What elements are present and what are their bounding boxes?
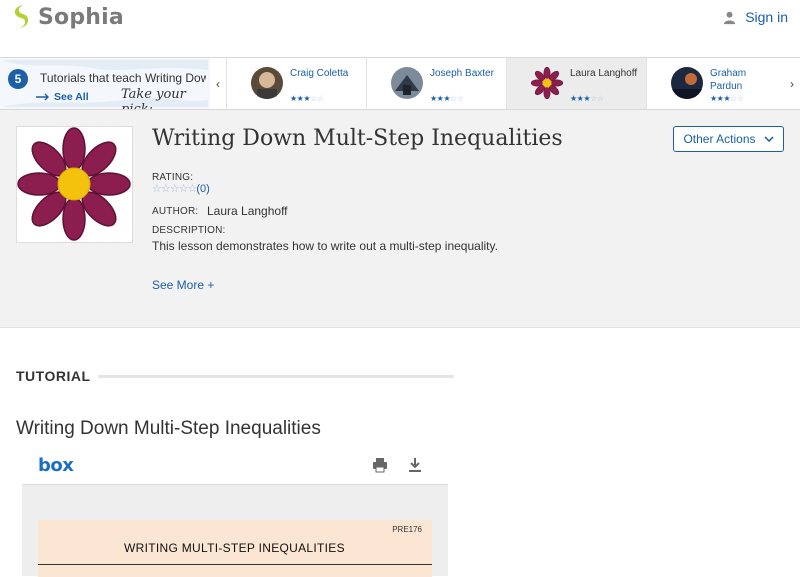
tutor-avatar <box>391 67 423 99</box>
chevron-left-icon: ‹ <box>216 76 220 91</box>
tutorial-info-panel: Writing Down Mult-Step Inequalities Othe… <box>0 110 800 328</box>
download-icon[interactable] <box>408 457 422 473</box>
tutor-name: Craig Coletta <box>290 68 349 79</box>
tutorial-thumbnail <box>16 126 133 243</box>
tutor-name: Joseph Baxter <box>430 68 494 79</box>
document-rule <box>38 564 432 565</box>
box-document-viewer: box PRE176 WRITING MULTI-STEP INEQUALITI… <box>22 448 448 577</box>
see-all-link[interactable]: See All <box>36 91 89 103</box>
print-icon[interactable] <box>372 457 388 473</box>
tutor-stars: ★★★☆☆ <box>570 94 604 103</box>
page-title: Writing Down Mult-Step Inequalities <box>152 126 563 151</box>
tutor-stars: ★★★☆☆ <box>290 94 324 103</box>
sign-in-label: Sign in <box>745 9 788 25</box>
chevron-down-icon <box>763 136 774 142</box>
tutorial-title: Writing Down Multi-Step Inequalities <box>16 418 321 439</box>
tutor-name: Graham Pardun <box>710 68 747 92</box>
rating-count: (0) <box>196 182 210 195</box>
chevron-right-icon: › <box>790 76 794 91</box>
tutorials-intro: 5 Tutorials that teach Writing Dow See A… <box>0 58 210 109</box>
take-your-pick-text: Take your pick: <box>121 87 186 109</box>
rating-stars: ☆☆☆☆☆ <box>152 183 197 195</box>
tutor-card-craig-coletta[interactable]: Craig Coletta ★★★☆☆ <box>226 58 366 109</box>
next-tutor-button[interactable]: › <box>784 58 800 109</box>
flower-icon <box>17 127 131 241</box>
author-label: AUTHOR: <box>152 206 199 217</box>
tutor-stars: ★★★☆☆ <box>710 94 744 103</box>
see-all-label: See All <box>54 91 89 103</box>
user-icon <box>724 11 736 24</box>
document-heading: WRITING MULTI-STEP INEQUALITIES <box>124 541 345 555</box>
top-bar: Sophia Sign in <box>0 0 800 36</box>
description-text: This lesson demonstrates how to write ou… <box>152 239 498 253</box>
tutor-card-laura-langhoff[interactable]: Laura Langhoff ★★★☆☆ <box>506 58 646 109</box>
sophia-logo[interactable]: Sophia <box>10 4 124 30</box>
box-logo[interactable]: box <box>38 455 74 476</box>
brand-name: Sophia <box>38 4 124 30</box>
tutor-avatar <box>251 67 283 99</box>
tutor-card-graham-pardun[interactable]: Graham Pardun ★★★☆☆ <box>646 58 786 109</box>
tutor-stars: ★★★☆☆ <box>430 94 464 103</box>
tutorials-strip: 5 Tutorials that teach Writing Dow See A… <box>0 57 800 110</box>
sophia-logo-icon <box>14 5 29 29</box>
section-divider <box>98 375 454 378</box>
document-page: PRE176 WRITING MULTI-STEP INEQUALITIES <box>38 520 432 577</box>
arrow-right-icon <box>36 93 49 101</box>
other-actions-button[interactable]: Other Actions <box>673 126 784 152</box>
description-label: DESCRIPTION: <box>152 225 226 236</box>
document-code: PRE176 <box>392 525 422 534</box>
tutorial-section-label: TUTORIAL <box>16 368 91 384</box>
prev-tutor-button[interactable]: ‹ <box>210 58 226 109</box>
other-actions-label: Other Actions <box>683 132 756 146</box>
tutorial-count-badge: 5 <box>8 69 28 89</box>
rating-widget[interactable]: ☆☆☆☆☆ (0) <box>152 182 210 196</box>
tutor-avatar <box>531 67 563 99</box>
tutor-card-joseph-baxter[interactable]: Joseph Baxter ★★★☆☆ <box>366 58 506 109</box>
see-more-link[interactable]: See More + <box>152 278 214 292</box>
tutorials-heading: Tutorials that teach Writing Dow <box>40 71 206 85</box>
viewer-body[interactable]: PRE176 WRITING MULTI-STEP INEQUALITIES <box>22 484 448 577</box>
tutor-avatar <box>671 67 703 99</box>
sign-in-link[interactable]: Sign in <box>722 9 788 25</box>
tutor-name: Laura Langhoff <box>570 68 638 79</box>
author-name: Laura Langhoff <box>207 204 288 218</box>
